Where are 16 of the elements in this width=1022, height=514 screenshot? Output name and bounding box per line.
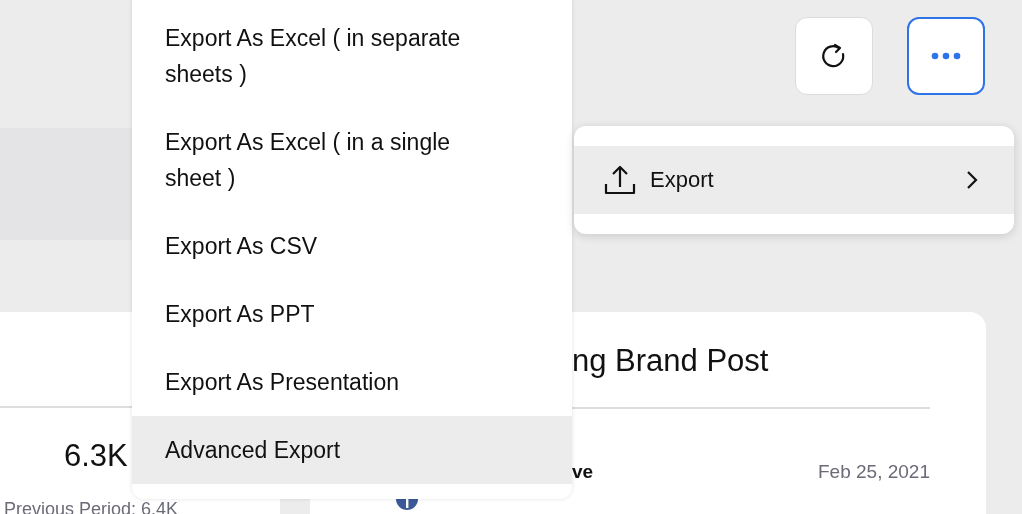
menu-item[interactable]: Export As Presentation [132,348,572,416]
more-button[interactable] [907,17,985,95]
menu-item[interactable]: Export As Excel ( in a single sheet ) [132,108,572,212]
card-title: ng Brand Post [572,342,769,379]
menu-item[interactable]: Export [574,146,1014,214]
menu-item[interactable]: Export As PPT [132,280,572,348]
more-icon [931,52,961,60]
post-date: Feb 25, 2021 [818,461,930,483]
refresh-button[interactable] [795,17,873,95]
menu-item[interactable]: Advanced Export [132,416,572,484]
menu-item[interactable]: Export As CSV [132,212,572,280]
upload-icon [604,164,636,196]
metric-value: 6.3K [64,438,128,475]
author-name: ve [572,461,594,483]
menu-item[interactable]: Export As Excel ( in separate sheets ) [132,4,572,108]
chevron-right-icon [966,170,978,190]
